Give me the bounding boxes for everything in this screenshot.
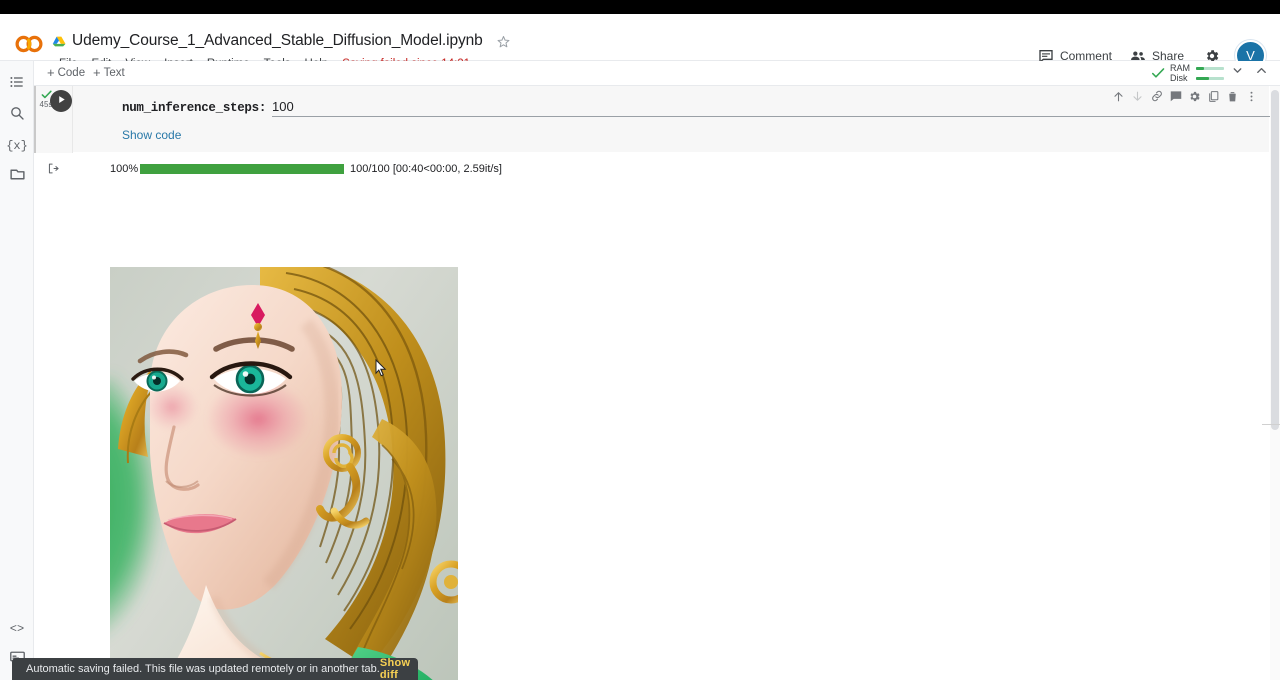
- arrow-down-icon: [1131, 90, 1144, 108]
- code-brackets-icon: <>: [10, 622, 24, 636]
- arrow-up-icon: [1112, 90, 1125, 108]
- generated-image: [110, 267, 458, 680]
- form-field-label: num_inference_steps:: [122, 101, 266, 115]
- snackbar-message: Automatic saving failed. This file was u…: [26, 663, 380, 675]
- sidebar-item-search[interactable]: [5, 103, 29, 127]
- move-cell-up-button[interactable]: [1109, 89, 1128, 108]
- add-text-cell-button[interactable]: + Text: [88, 65, 130, 80]
- colab-app-window: Udemy_Course_1_Advanced_Stable_Diffusion…: [0, 0, 1280, 680]
- output-gutter: [34, 162, 73, 180]
- link-to-cell-button[interactable]: [1147, 89, 1166, 108]
- list-icon: [9, 74, 25, 95]
- sidebar-item-files[interactable]: [5, 165, 29, 189]
- sidebar-item-code-snippets[interactable]: <>: [5, 617, 29, 641]
- notebook-toolbar: + Code + Text RAM Disk: [34, 61, 1280, 86]
- browser-chrome-strip: [0, 0, 1280, 14]
- sidebar-item-variables[interactable]: {x}: [5, 134, 29, 158]
- check-green-icon: [1151, 66, 1165, 80]
- cell-settings-button[interactable]: [1185, 89, 1204, 108]
- progress-bar-row: 100% 100/100 [00:40<00:00, 2.59it/s]: [110, 163, 502, 175]
- sidebar-item-table-of-contents[interactable]: [5, 72, 29, 96]
- play-icon: [56, 92, 67, 110]
- add-text-label: Text: [104, 67, 125, 79]
- notebook-scroll-area: 45s num_inference_steps: Show code: [34, 86, 1280, 680]
- progress-bar: [140, 164, 344, 174]
- disk-meter-row: Disk: [1170, 74, 1224, 83]
- cell-gutter: 45s: [34, 86, 73, 153]
- move-cell-down-button[interactable]: [1128, 89, 1147, 108]
- runtime-dropdown-button[interactable]: [1226, 62, 1248, 84]
- collapse-toolbar-button[interactable]: [1250, 62, 1272, 84]
- scroll-marker: [1262, 424, 1280, 425]
- copy-icon: [1207, 90, 1220, 108]
- plus-icon: +: [93, 66, 101, 79]
- gear-icon: [1188, 90, 1201, 108]
- cell-body[interactable]: num_inference_steps: Show code: [73, 86, 1269, 153]
- show-diff-button[interactable]: Show diff: [380, 657, 411, 680]
- star-outline-icon[interactable]: [489, 34, 511, 49]
- notebook-title[interactable]: Udemy_Course_1_Advanced_Stable_Diffusion…: [72, 32, 483, 50]
- vertical-scrollbar-thumb[interactable]: [1271, 90, 1279, 430]
- disk-label: Disk: [1170, 74, 1192, 83]
- progress-detail-text: 100/100 [00:40<00:00, 2.59it/s]: [350, 163, 502, 175]
- run-cell-button[interactable]: [50, 90, 72, 112]
- plus-icon: +: [47, 66, 55, 79]
- search-icon: [9, 105, 25, 126]
- app-header: Udemy_Course_1_Advanced_Stable_Diffusion…: [0, 14, 1280, 61]
- ram-label: RAM: [1170, 64, 1192, 73]
- folder-icon: [9, 166, 26, 188]
- more-cell-actions-button[interactable]: [1242, 89, 1261, 108]
- more-vert-icon: [1245, 90, 1258, 108]
- variables-icon: {x}: [6, 139, 28, 153]
- colab-logo-icon[interactable]: [14, 34, 44, 54]
- add-comment-button[interactable]: [1166, 89, 1185, 108]
- output-arrow-icon: [47, 162, 60, 179]
- trash-icon: [1226, 90, 1239, 108]
- comment-icon: [1169, 89, 1183, 108]
- disk-meter-bar: [1196, 77, 1224, 80]
- drive-icon: [52, 35, 66, 48]
- cell-action-toolbar: [1109, 89, 1261, 108]
- chevron-up-icon: [1254, 63, 1269, 83]
- delete-cell-button[interactable]: [1223, 89, 1242, 108]
- ram-disk-meters[interactable]: RAM Disk: [1170, 64, 1224, 83]
- chevron-down-icon: [1231, 64, 1244, 82]
- ram-meter-row: RAM: [1170, 64, 1224, 73]
- runtime-connection-area[interactable]: RAM Disk: [1151, 62, 1272, 84]
- link-icon: [1150, 89, 1164, 108]
- left-sidebar: {x} <>: [0, 61, 34, 680]
- add-code-label: Code: [58, 67, 86, 79]
- show-code-link[interactable]: Show code: [122, 128, 181, 142]
- form-field-row: num_inference_steps:: [122, 99, 1280, 117]
- add-code-cell-button[interactable]: + Code: [42, 65, 90, 80]
- progress-percent-label: 100%: [110, 163, 140, 175]
- ram-meter-bar: [1196, 67, 1224, 70]
- saving-failed-snackbar: Automatic saving failed. This file was u…: [12, 658, 418, 680]
- copy-cell-button[interactable]: [1204, 89, 1223, 108]
- notebook-title-row[interactable]: Udemy_Course_1_Advanced_Stable_Diffusion…: [52, 32, 511, 50]
